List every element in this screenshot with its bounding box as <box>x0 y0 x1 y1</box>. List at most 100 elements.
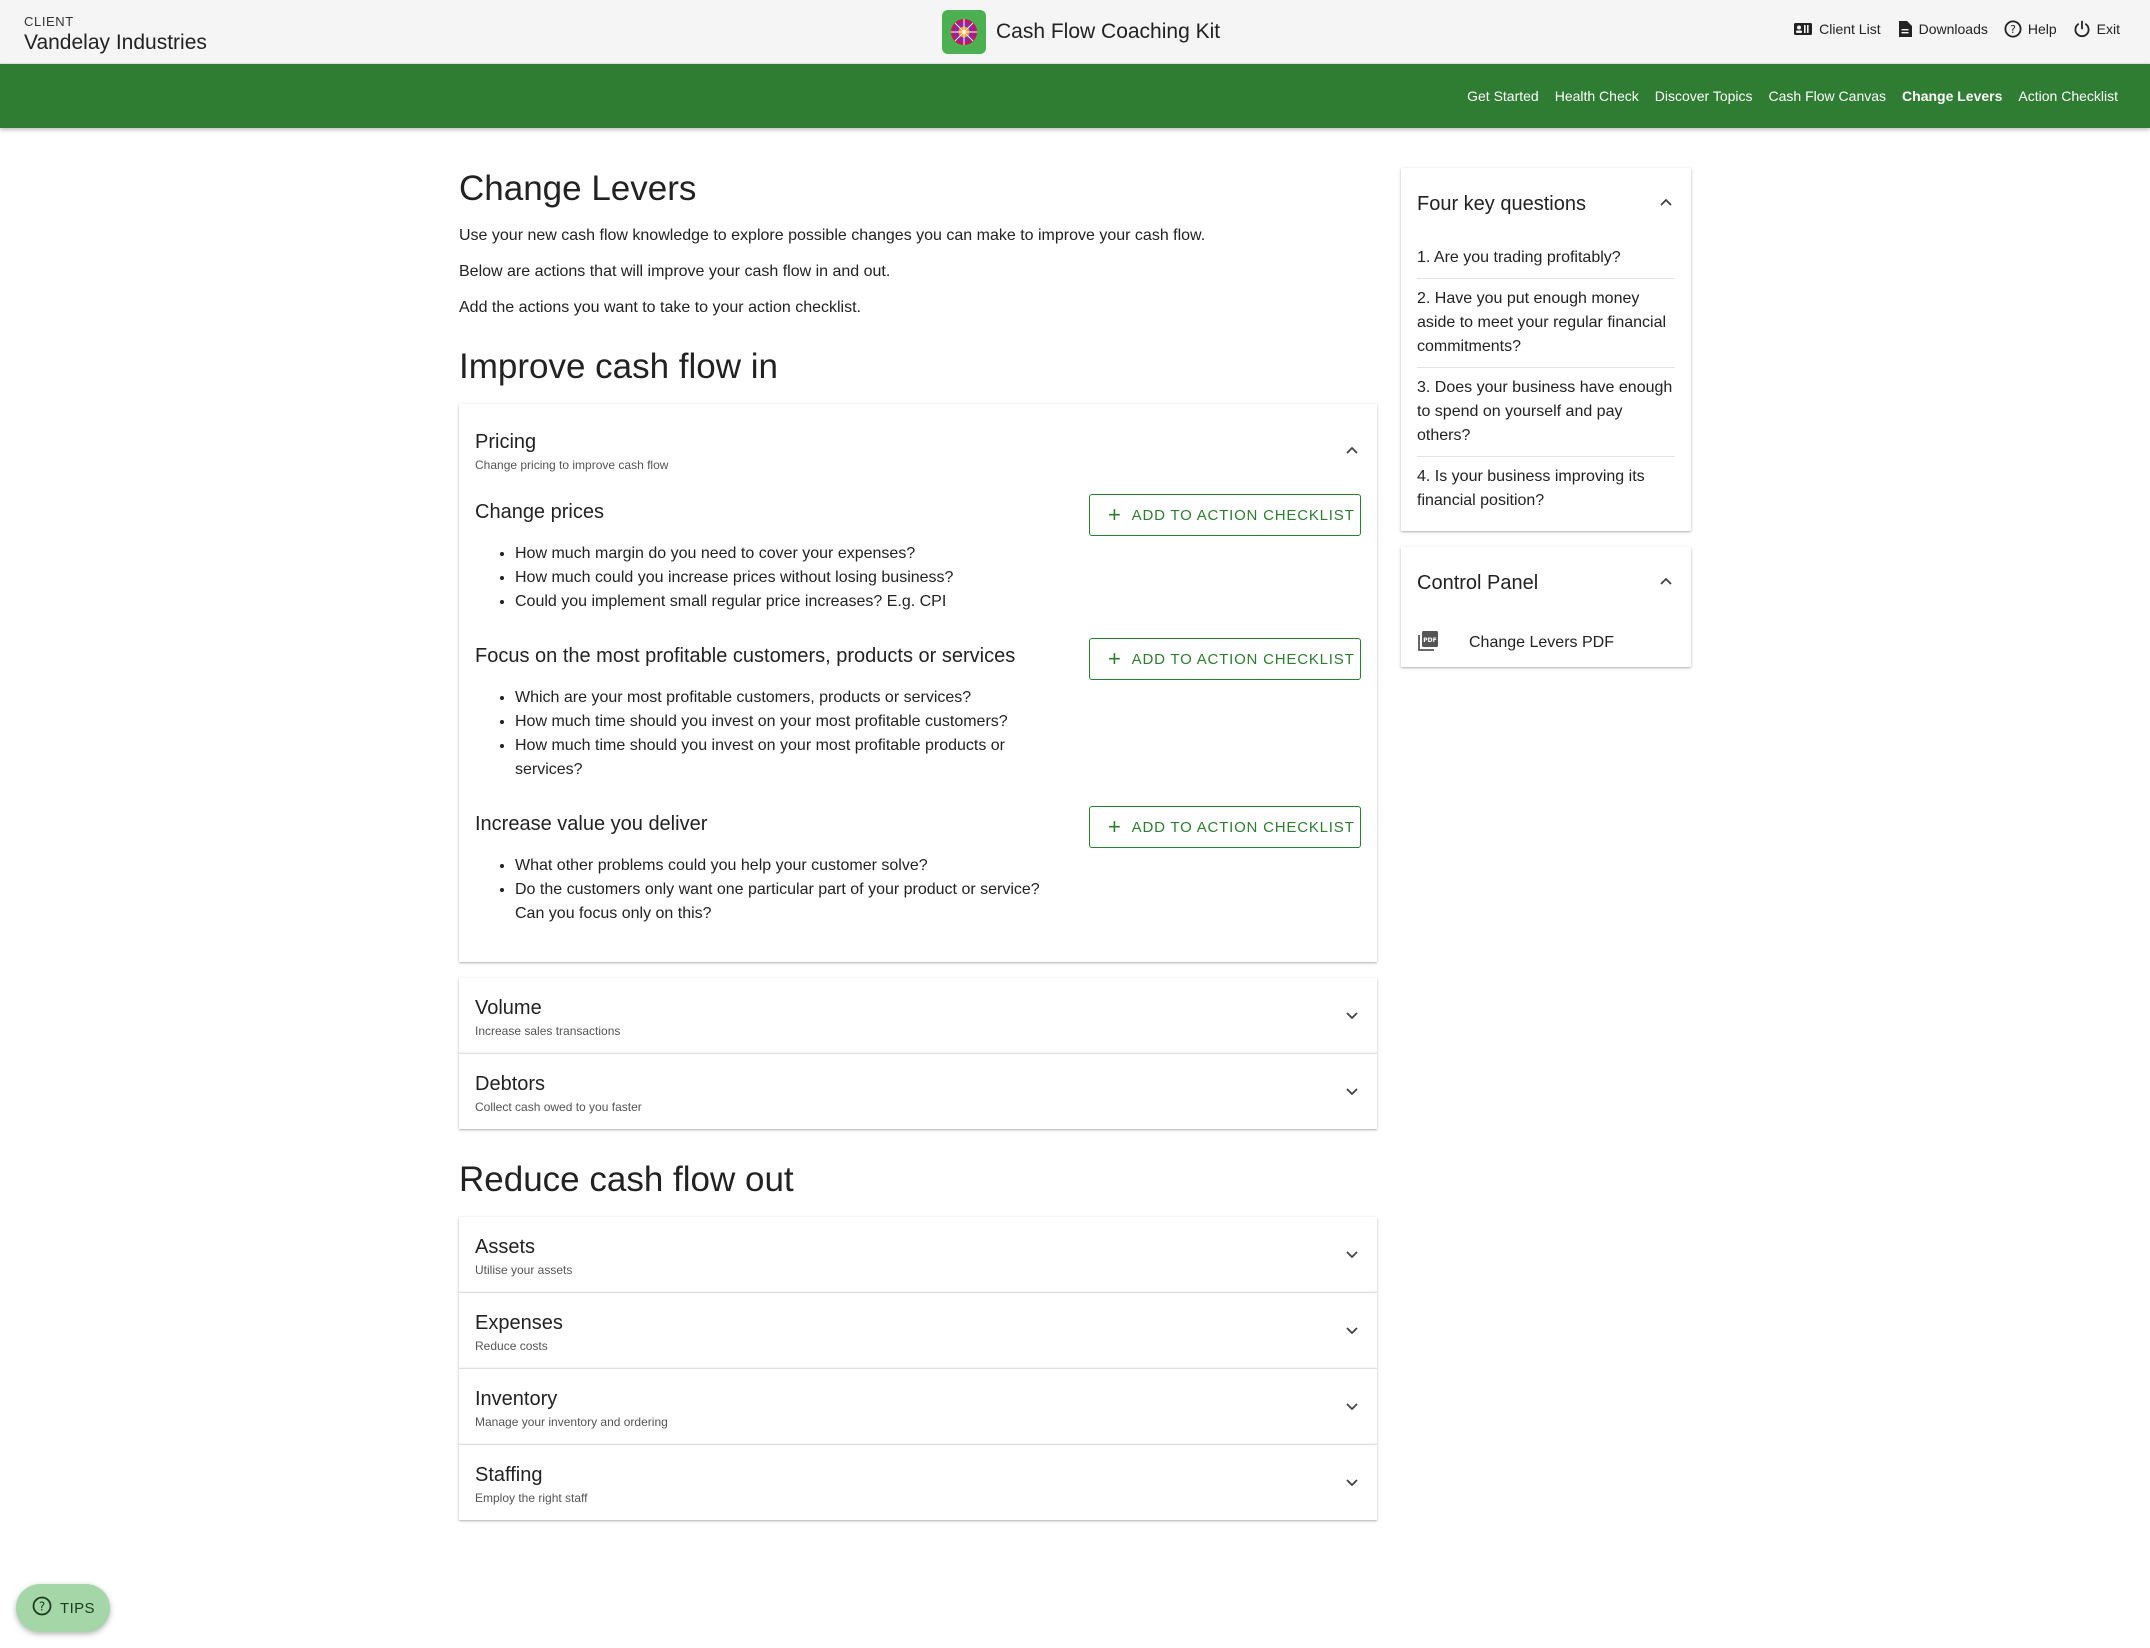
chevron-down-icon <box>1345 1399 1359 1417</box>
chevron-down-icon <box>1345 1323 1359 1341</box>
panel-subtitle: Change pricing to improve cash flow <box>475 458 669 472</box>
panel-pricing-header[interactable]: Pricing Change pricing to improve cash f… <box>459 404 1377 500</box>
chevron-down-icon <box>1345 1475 1359 1493</box>
panel-debtors-header[interactable]: Debtors Collect cash owed to you faster <box>459 1054 1377 1129</box>
svg-text:?: ? <box>39 1599 45 1613</box>
tips-button[interactable]: ? TIPS <box>16 1584 110 1632</box>
intro-text: Use your new cash flow knowledge to expl… <box>459 226 1377 318</box>
improve-collapsed-panels: Volume Increase sales transactions Debto… <box>459 978 1377 1129</box>
intro-paragraph: Below are actions that will improve your… <box>459 263 891 280</box>
list-item: What other problems could you help your … <box>515 854 1045 878</box>
panel-title: Debtors <box>475 1073 546 1095</box>
card-title: Four key questions <box>1417 193 1586 215</box>
control-panel-header[interactable]: Control Panel <box>1401 547 1691 619</box>
tips-label: TIPS <box>60 1599 95 1617</box>
tab-action-checklist[interactable]: Action Checklist <box>2018 88 2118 104</box>
section-title-improve: Improve cash flow in <box>459 347 779 386</box>
panel-staffing-header[interactable]: Staffing Employ the right staff <box>459 1445 1377 1520</box>
lever-questions: What other problems could you help your … <box>475 854 1045 926</box>
app-title: Cash Flow Coaching Kit <box>996 20 1221 43</box>
panel-staffing: Staffing Employ the right staff <box>459 1444 1377 1520</box>
chevron-up-icon <box>1659 194 1673 212</box>
panel-pricing: Pricing Change pricing to improve cash f… <box>459 404 1377 962</box>
list-item: 1. Are you trading profitably? <box>1417 238 1675 279</box>
page-title: Change Levers <box>459 169 697 208</box>
svg-text:PDF: PDF <box>1423 637 1436 644</box>
change-levers-pdf-link[interactable]: PDF Change Levers PDF <box>1401 619 1691 667</box>
exit-button[interactable]: Exit <box>2073 20 2120 38</box>
add-button-label: ADD TO ACTION CHECKLIST <box>1131 506 1355 524</box>
tab-get-started[interactable]: Get Started <box>1467 88 1539 104</box>
tab-health-check[interactable]: Health Check <box>1555 88 1639 104</box>
lever-questions: How much margin do you need to cover you… <box>475 542 1045 614</box>
contact-card-icon <box>1793 21 1813 37</box>
nav-tabs: Get Started Health Check Discover Topics… <box>1467 64 2118 128</box>
list-item: Which are your most profitable customers… <box>515 686 1045 710</box>
card-title: Control Panel <box>1417 572 1539 594</box>
panel-title: Assets <box>475 1236 536 1258</box>
panel-assets-header[interactable]: Assets Utilise your assets <box>459 1217 1377 1292</box>
panel-volume-header[interactable]: Volume Increase sales transactions <box>459 978 1377 1053</box>
tab-change-levers[interactable]: Change Levers <box>1902 88 2002 104</box>
downloads-button[interactable]: Downloads <box>1897 20 1988 38</box>
chevron-down-icon <box>1345 1008 1359 1026</box>
power-icon <box>2073 20 2091 38</box>
panel-subtitle: Employ the right staff <box>475 1491 588 1505</box>
tab-cash-flow-canvas[interactable]: Cash Flow Canvas <box>1769 88 1887 104</box>
list-item: 3. Does your business have enough to spe… <box>1417 368 1675 457</box>
panel-volume: Volume Increase sales transactions <box>459 978 1377 1053</box>
key-questions-card: Four key questions 1. Are you trading pr… <box>1401 168 1691 531</box>
client-name: Vandelay Industries <box>24 31 207 54</box>
exit-label: Exit <box>2096 21 2120 37</box>
list-item: How much time should you invest on your … <box>515 734 1045 782</box>
panel-pricing-body: Change prices + ADD TO ACTION CHECKLIST … <box>459 494 1377 962</box>
lever-questions: Which are your most profitable customers… <box>475 686 1045 782</box>
help-circle-icon: ? <box>32 1596 52 1621</box>
chevron-down-icon <box>1345 1247 1359 1265</box>
panel-title: Inventory <box>475 1388 558 1410</box>
document-icon <box>1897 20 1913 38</box>
add-button-label: ADD TO ACTION CHECKLIST <box>1131 650 1355 668</box>
chevron-down-icon <box>1345 1084 1359 1102</box>
help-button[interactable]: ? Help <box>2004 20 2057 38</box>
section-title-reduce: Reduce cash flow out <box>459 1160 794 1199</box>
sidebar: Four key questions 1. Are you trading pr… <box>1401 168 1691 679</box>
add-to-checklist-button[interactable]: + ADD TO ACTION CHECKLIST <box>1089 494 1361 536</box>
add-to-checklist-button[interactable]: + ADD TO ACTION CHECKLIST <box>1089 806 1361 848</box>
list-item: Do the customers only want one particula… <box>515 878 1045 926</box>
improve-panels: Pricing Change pricing to improve cash f… <box>459 404 1377 962</box>
help-label: Help <box>2027 21 2057 37</box>
list-item: How much margin do you need to cover you… <box>515 542 1045 566</box>
panel-expenses: Expenses Reduce costs <box>459 1292 1377 1368</box>
key-questions-header[interactable]: Four key questions <box>1401 168 1691 238</box>
panel-subtitle: Reduce costs <box>475 1339 548 1353</box>
intro-paragraph: Use your new cash flow knowledge to expl… <box>459 227 1206 244</box>
help-circle-icon: ? <box>2004 20 2022 38</box>
panel-title: Pricing <box>475 431 537 453</box>
lever-change-prices: Change prices + ADD TO ACTION CHECKLIST … <box>475 494 1361 614</box>
panel-subtitle: Collect cash owed to you faster <box>475 1100 642 1114</box>
client-info: CLIENT Vandelay Industries <box>24 14 207 56</box>
control-panel-card: Control Panel PDF Change Levers PDF <box>1401 547 1691 667</box>
tab-discover-topics[interactable]: Discover Topics <box>1655 88 1753 104</box>
app-logo <box>942 10 986 54</box>
chevron-up-icon <box>1659 573 1673 591</box>
header-actions: Client List Downloads ? Help Exit <box>1793 20 2120 38</box>
panel-subtitle: Utilise your assets <box>475 1263 573 1277</box>
list-item: Could you implement small regular price … <box>515 590 1045 614</box>
panel-title: Expenses <box>475 1312 563 1334</box>
panel-inventory: Inventory Manage your inventory and orde… <box>459 1368 1377 1444</box>
panel-subtitle: Manage your inventory and ordering <box>475 1415 668 1429</box>
app-header: CLIENT Vandelay Industries Cash Flow Coa… <box>0 0 2150 64</box>
client-list-button[interactable]: Client List <box>1793 21 1881 37</box>
add-to-checklist-button[interactable]: + ADD TO ACTION CHECKLIST <box>1089 638 1361 680</box>
panel-expenses-header[interactable]: Expenses Reduce costs <box>459 1293 1377 1368</box>
panel-debtors: Debtors Collect cash owed to you faster <box>459 1053 1377 1129</box>
list-item: 2. Have you put enough money aside to me… <box>1417 279 1675 368</box>
list-item: How much time should you invest on your … <box>515 710 1045 734</box>
lever-increase-value: Increase value you deliver + ADD TO ACTI… <box>475 806 1361 926</box>
list-item: How much could you increase prices witho… <box>515 566 1045 590</box>
client-label: CLIENT <box>24 14 74 29</box>
panel-title: Volume <box>475 997 542 1019</box>
panel-inventory-header[interactable]: Inventory Manage your inventory and orde… <box>459 1369 1377 1444</box>
